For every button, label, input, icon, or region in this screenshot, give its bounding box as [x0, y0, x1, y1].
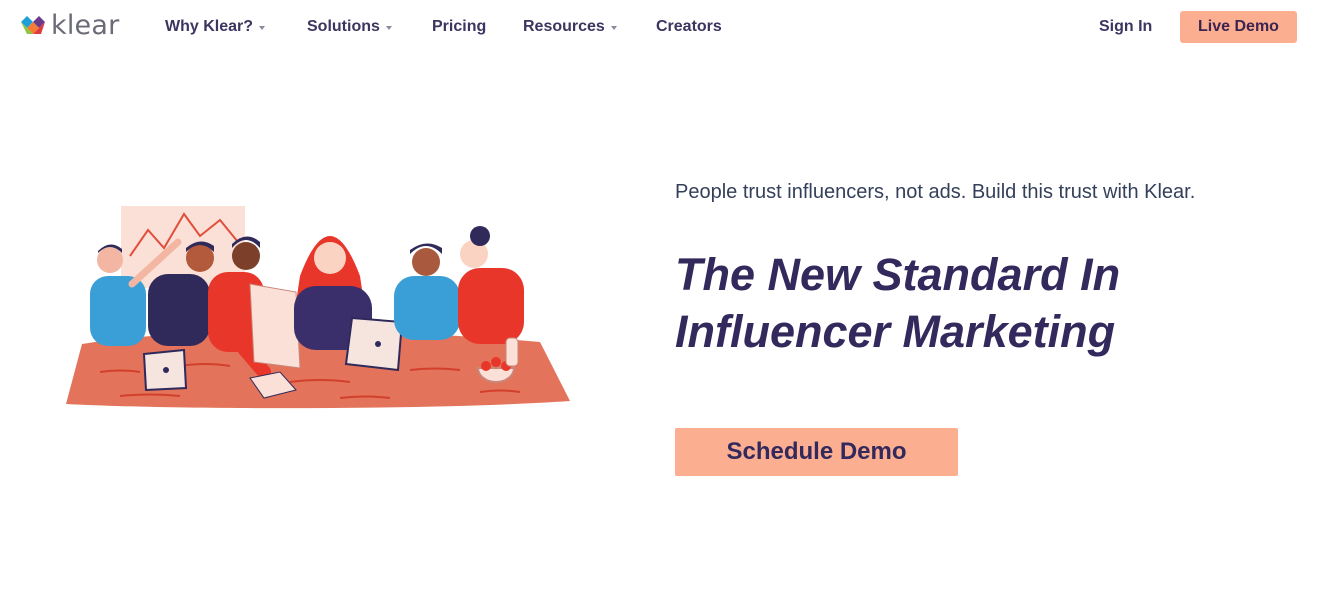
top-navigation-bar: klear Why Klear? Solutions Pricing Resou…	[0, 0, 1322, 56]
nav-pricing[interactable]: Pricing	[432, 16, 486, 38]
nav-why-klear-label: Why Klear?	[165, 18, 254, 35]
nav-creators[interactable]: Creators	[656, 16, 722, 38]
hero-headline: The New Standard In Influencer Marketing	[675, 246, 1295, 360]
nav-resources[interactable]: Resources	[523, 16, 617, 38]
hero-tagline: People trust influencers, not ads. Build…	[675, 181, 1196, 203]
sign-in-link[interactable]: Sign In	[1099, 16, 1152, 38]
chevron-down-icon	[259, 25, 266, 30]
hero-headline-line-1: The New Standard In	[675, 249, 1121, 300]
nav-resources-label: Resources	[523, 18, 605, 35]
nav-why-klear[interactable]: Why Klear?	[165, 16, 266, 38]
live-demo-button[interactable]: Live Demo	[1180, 11, 1297, 43]
brand-name: klear	[51, 10, 120, 41]
team-meeting-illustration	[66, 206, 570, 409]
nav-solutions[interactable]: Solutions	[307, 16, 392, 38]
klear-logo[interactable]: klear	[19, 11, 119, 41]
hero-headline-line-2: Influencer Marketing	[675, 306, 1116, 357]
chevron-down-icon	[385, 25, 392, 30]
klear-diamond-logo-icon	[21, 16, 45, 34]
chevron-down-icon	[610, 25, 617, 30]
nav-solutions-label: Solutions	[307, 18, 380, 35]
schedule-demo-button[interactable]: Schedule Demo	[675, 428, 958, 476]
nav-pricing-label: Pricing	[432, 18, 487, 35]
nav-creators-label: Creators	[656, 18, 722, 35]
